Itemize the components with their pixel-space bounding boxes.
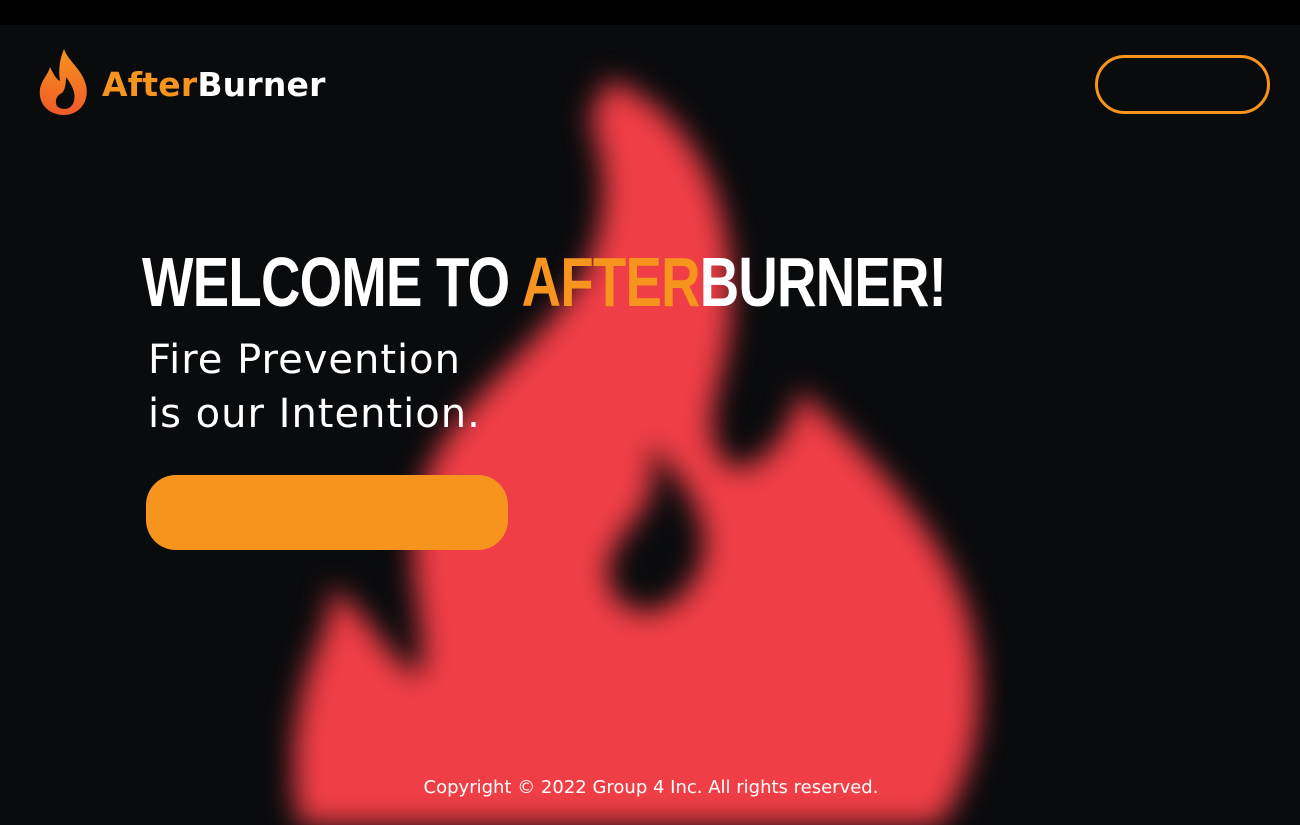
hero-title-suffix: BURNER! xyxy=(699,243,947,321)
hero-title-accent: AFTER xyxy=(521,243,701,321)
brand-name-after: After xyxy=(102,64,198,104)
brand-name: AfterBurner xyxy=(102,68,326,101)
footer-copyright: Copyright © 2022 Group 4 Inc. All rights… xyxy=(423,777,879,798)
hero-tagline: Fire Prevention is our Intention. xyxy=(148,333,481,441)
tagline-line-1: Fire Prevention xyxy=(148,337,461,383)
brand-logo[interactable]: AfterBurner xyxy=(38,47,326,117)
hero-title: WELCOME TO AFTERBURNER! xyxy=(142,247,947,317)
hero-cta-button[interactable] xyxy=(146,475,508,550)
tagline-line-2: is our Intention. xyxy=(148,391,481,437)
header-outline-button[interactable] xyxy=(1095,55,1270,114)
brand-name-burner: Burner xyxy=(197,64,326,104)
flame-icon xyxy=(39,49,87,115)
page-stage: AfterBurner WELCOME TO AFTERBURNER! Fire… xyxy=(0,25,1300,825)
top-bar xyxy=(0,0,1300,25)
hero-title-prefix: WELCOME TO xyxy=(142,243,522,321)
